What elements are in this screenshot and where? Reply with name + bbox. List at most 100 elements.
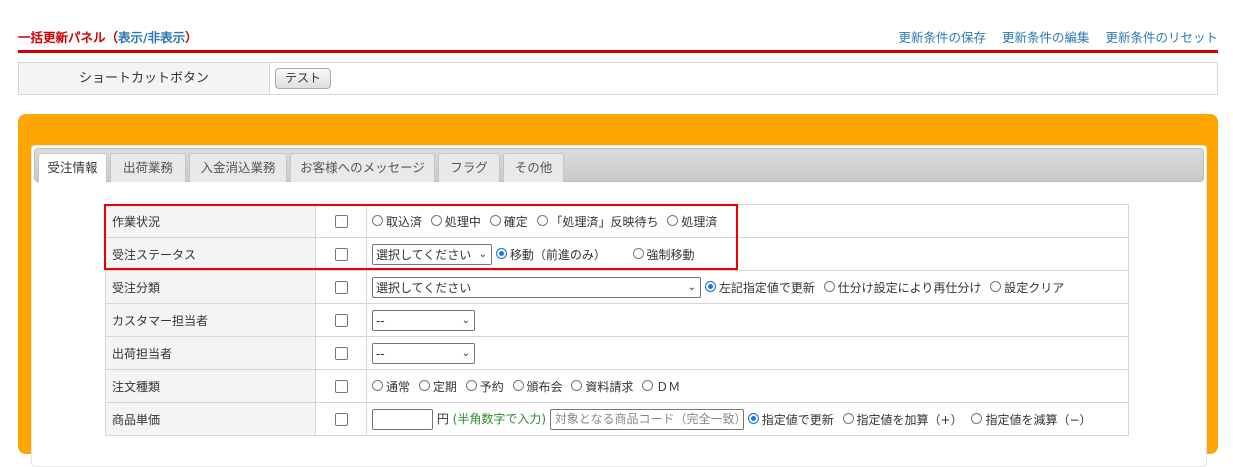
option-label: 指定値で更新 xyxy=(761,412,834,427)
option-label: 指定値を減算（−） xyxy=(985,412,1092,427)
radio-icon[interactable] xyxy=(465,379,477,391)
table-row: カスタマー担当者 -- ⌄ xyxy=(105,303,1129,337)
option-label: ＤＭ xyxy=(656,379,681,394)
radio-icon[interactable] xyxy=(418,379,430,391)
table-row: 出荷担当者 -- ⌄ xyxy=(105,336,1129,370)
order-category-checkbox[interactable] xyxy=(334,281,348,294)
radio-icon[interactable] xyxy=(430,214,442,226)
table-row: 受注分類 選択してください ⌄ 左記指定値で更新 仕分け設定により再仕分け 設定ク… xyxy=(105,270,1129,304)
toggle-open-paren: （ xyxy=(105,30,119,45)
customer-rep-select[interactable]: -- ⌄ xyxy=(372,309,475,331)
yen-unit: 円 xyxy=(436,411,449,426)
radio-icon[interactable] xyxy=(842,412,854,424)
option-label: 設定クリア xyxy=(1004,280,1065,295)
radio-icon[interactable] xyxy=(489,214,501,226)
shipping-rep-checkbox[interactable] xyxy=(334,347,348,360)
order-type-checkbox[interactable] xyxy=(334,380,348,393)
chevron-down-icon: ⌄ xyxy=(461,347,470,359)
customer-rep-label: カスタマー担当者 xyxy=(105,303,316,337)
order-category-select[interactable]: 選択してください ⌄ xyxy=(372,276,701,298)
reset-conditions-link[interactable]: 更新条件のリセット xyxy=(1105,30,1218,45)
select-value: 選択してください xyxy=(376,247,472,262)
radio-icon[interactable] xyxy=(372,379,383,391)
save-conditions-link[interactable]: 更新条件の保存 xyxy=(898,30,986,45)
option-label: 通常 xyxy=(386,379,411,394)
product-code-input[interactable]: 対象となる商品コード（完全一致） xyxy=(549,408,747,430)
toggle-close-paren: ） xyxy=(185,30,198,45)
table-row: 注文種類 通常 定期 予約 頒布会 資料請求 ＤＭ xyxy=(105,369,1129,403)
unit-price-label: 商品単価 xyxy=(105,402,316,436)
radio-icon[interactable] xyxy=(667,214,679,226)
bulk-update-header: 一括更新パネル（表示/非表示） 更新条件の保存 更新条件の編集 更新条件のリセッ… xyxy=(18,22,1218,53)
panel-title: 一括更新パネル（表示/非表示） xyxy=(18,27,198,46)
shortcut-row: ショートカットボタン テスト xyxy=(18,62,1218,95)
order-category-label: 受注分類 xyxy=(105,270,316,304)
option-label: 定期 xyxy=(432,379,457,394)
header-links: 更新条件の保存 更新条件の編集 更新条件のリセット xyxy=(886,27,1218,46)
radio-icon[interactable] xyxy=(971,412,983,424)
work-status-label: 作業状況 xyxy=(105,204,316,238)
option-label: 左記指定値で更新 xyxy=(718,280,815,295)
shortcut-label: ショートカットボタン xyxy=(19,63,270,94)
select-value: -- xyxy=(376,313,385,328)
table-row: 受注ステータス 選択してください ⌄ 移動（前進のみ） 強制移動 xyxy=(105,237,1129,271)
tab-customer-message[interactable]: お客様へのメッセージ xyxy=(290,153,435,182)
radio-icon[interactable] xyxy=(512,379,524,391)
order-status-label: 受注ステータス xyxy=(105,237,316,271)
order-status-checkbox[interactable] xyxy=(334,248,348,261)
order-status-options: 選択してください ⌄ 移動（前進のみ） 強制移動 xyxy=(366,237,1129,271)
unit-price-input[interactable] xyxy=(372,408,433,430)
update-fields-table: 作業状況 取込済 処理中 確定 「処理済」反映待ち 処理済 受注ステータス 選択… xyxy=(105,204,1129,436)
radio-icon[interactable] xyxy=(823,280,835,292)
shipping-rep-select[interactable]: -- ⌄ xyxy=(372,342,475,364)
shipping-rep-label: 出荷担当者 xyxy=(105,336,316,370)
table-row: 作業状況 取込済 処理中 確定 「処理済」反映待ち 処理済 xyxy=(105,204,1129,238)
work-status-checkbox[interactable] xyxy=(334,215,348,228)
option-label: 処理済 xyxy=(681,214,718,229)
radio-icon[interactable] xyxy=(642,379,654,391)
chevron-down-icon: ⌄ xyxy=(478,248,487,260)
unit-price-options: 円 (半角数字で入力) 対象となる商品コード（完全一致） 指定値で更新 指定値を… xyxy=(366,402,1129,436)
radio-icon[interactable] xyxy=(372,214,383,226)
tab-payment[interactable]: 入金消込業務 xyxy=(189,153,287,182)
table-row: 商品単価 円 (半角数字で入力) 対象となる商品コード（完全一致） 指定値で更新… xyxy=(105,402,1129,436)
unit-price-checkbox[interactable] xyxy=(334,413,348,426)
option-label: 資料請求 xyxy=(585,379,634,394)
tab-bar: 受注情報 出荷業務 入金消込業務 お客様へのメッセージ フラグ その他 xyxy=(34,148,1204,183)
radio-icon[interactable] xyxy=(571,379,583,391)
option-label: 指定値を加算（+） xyxy=(856,412,963,427)
radio-icon[interactable] xyxy=(495,247,507,259)
option-label: 頒布会 xyxy=(526,379,563,394)
tab-order-info[interactable]: 受注情報 xyxy=(38,153,107,183)
radio-icon[interactable] xyxy=(536,214,548,226)
tab-other[interactable]: その他 xyxy=(503,153,564,182)
select-value: 選択してください xyxy=(376,280,472,295)
chevron-down-icon: ⌄ xyxy=(687,281,696,293)
option-label: 「処理済」反映待ち xyxy=(550,214,659,229)
radio-icon[interactable] xyxy=(747,412,759,424)
radio-icon[interactable] xyxy=(990,280,1002,292)
chevron-down-icon: ⌄ xyxy=(461,314,470,326)
option-label: 確定 xyxy=(503,214,528,229)
edit-conditions-link[interactable]: 更新条件の編集 xyxy=(1002,30,1090,45)
option-label: 取込済 xyxy=(386,214,423,229)
option-label: 処理中 xyxy=(444,214,481,229)
radio-icon[interactable] xyxy=(632,247,644,259)
shipping-rep-field: -- ⌄ xyxy=(366,336,1129,370)
option-label: 仕分け設定により再仕分け xyxy=(837,280,982,295)
customer-rep-checkbox[interactable] xyxy=(334,314,348,327)
tab-flag[interactable]: フラグ xyxy=(438,153,500,182)
customer-rep-field: -- ⌄ xyxy=(366,303,1129,337)
select-value: -- xyxy=(376,346,385,361)
toggle-visibility-link[interactable]: 表示/非表示 xyxy=(118,30,185,45)
radio-icon[interactable] xyxy=(704,280,716,292)
order-status-select[interactable]: 選択してください ⌄ xyxy=(372,243,492,265)
panel-title-text: 一括更新パネル xyxy=(18,30,106,45)
tab-shipping[interactable]: 出荷業務 xyxy=(110,153,186,182)
option-label: 強制移動 xyxy=(646,247,695,262)
order-type-label: 注文種類 xyxy=(105,369,316,403)
option-label: 予約 xyxy=(479,379,504,394)
order-type-options: 通常 定期 予約 頒布会 資料請求 ＤＭ xyxy=(366,369,1129,403)
option-label: 移動（前進のみ） xyxy=(509,247,606,262)
test-button[interactable]: テスト xyxy=(275,68,332,89)
